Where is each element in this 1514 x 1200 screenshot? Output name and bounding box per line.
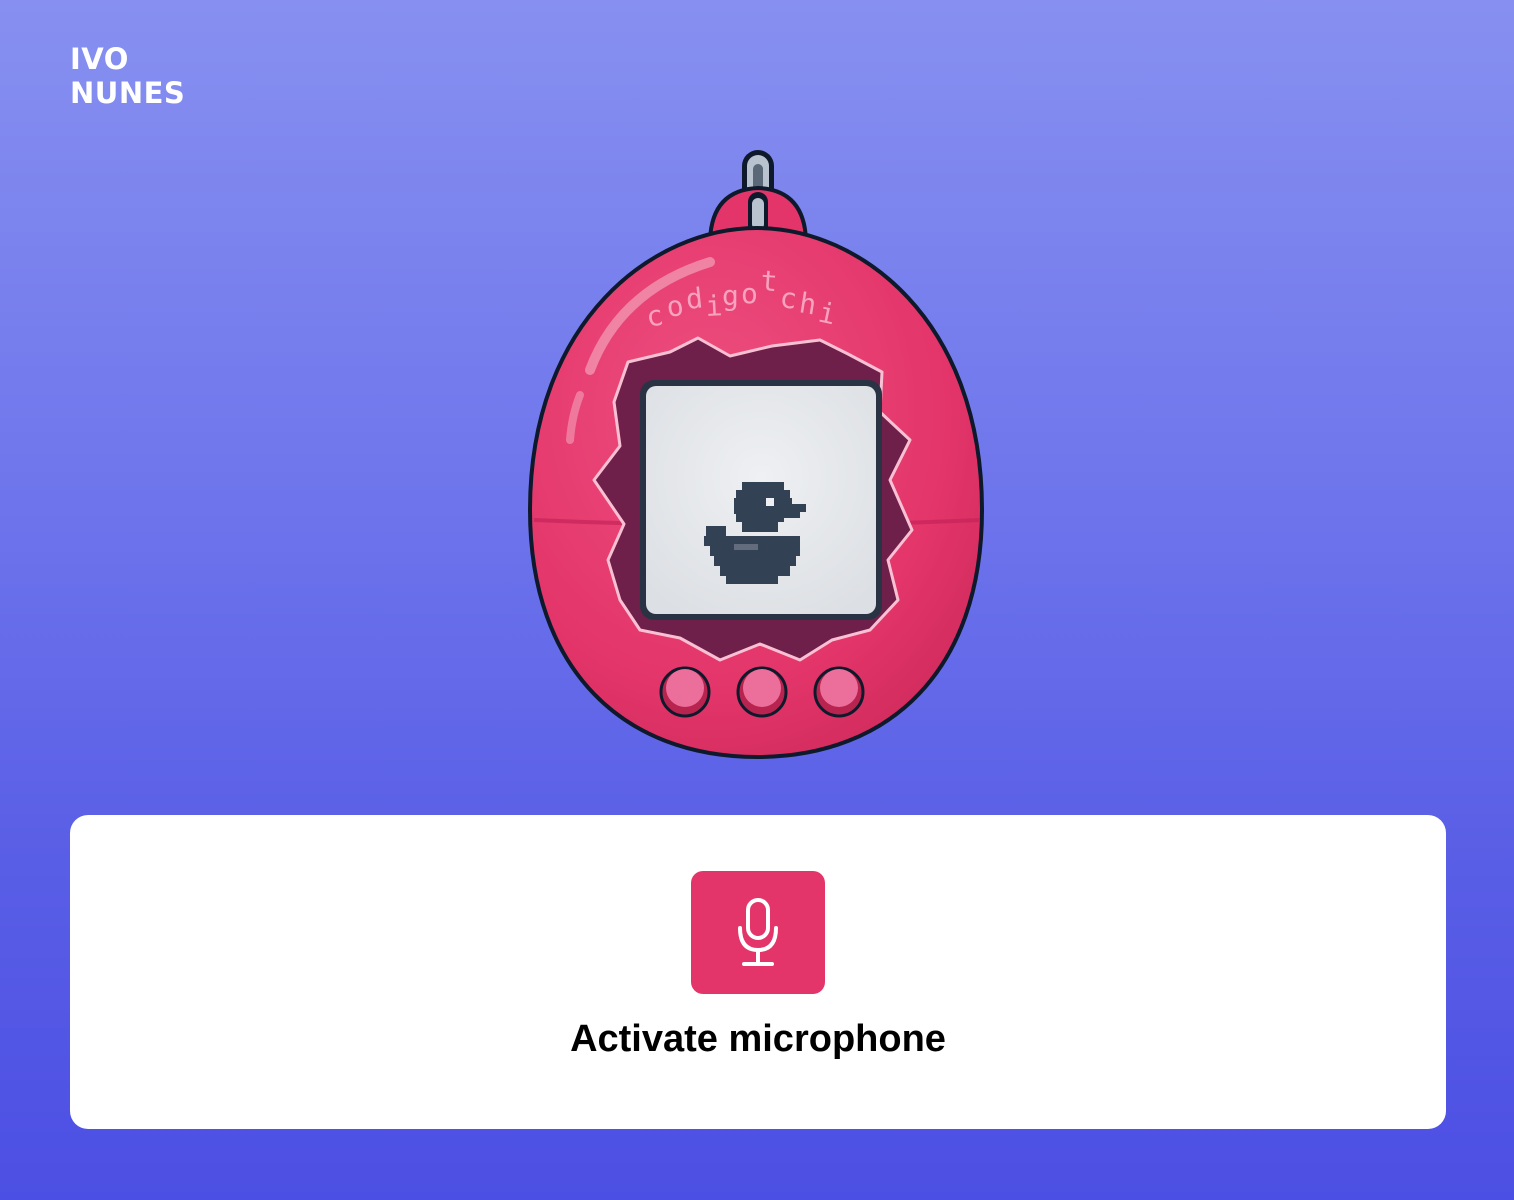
svg-text:o: o [741, 277, 758, 310]
device-button-middle[interactable] [736, 666, 788, 718]
device-button-right[interactable] [813, 666, 865, 718]
svg-text:i: i [705, 289, 724, 323]
activate-microphone-label: Activate microphone [570, 1018, 946, 1060]
svg-text:g: g [722, 279, 739, 312]
activate-microphone-button[interactable] [691, 871, 825, 994]
device-button-left[interactable] [659, 666, 711, 718]
brand-logo[interactable]: IVO NUNES [70, 42, 185, 110]
microphone-panel: Activate microphone [70, 815, 1446, 1129]
tamagotchi-device: c o d i g o t c h i [520, 140, 995, 770]
brand-logo-line1: IVO [70, 42, 129, 76]
svg-text:t: t [760, 264, 779, 298]
brand-logo-line2: NUNES [70, 76, 186, 110]
microphone-icon [738, 897, 778, 966]
svg-text:c: c [778, 281, 798, 316]
svg-text:d: d [684, 281, 704, 316]
